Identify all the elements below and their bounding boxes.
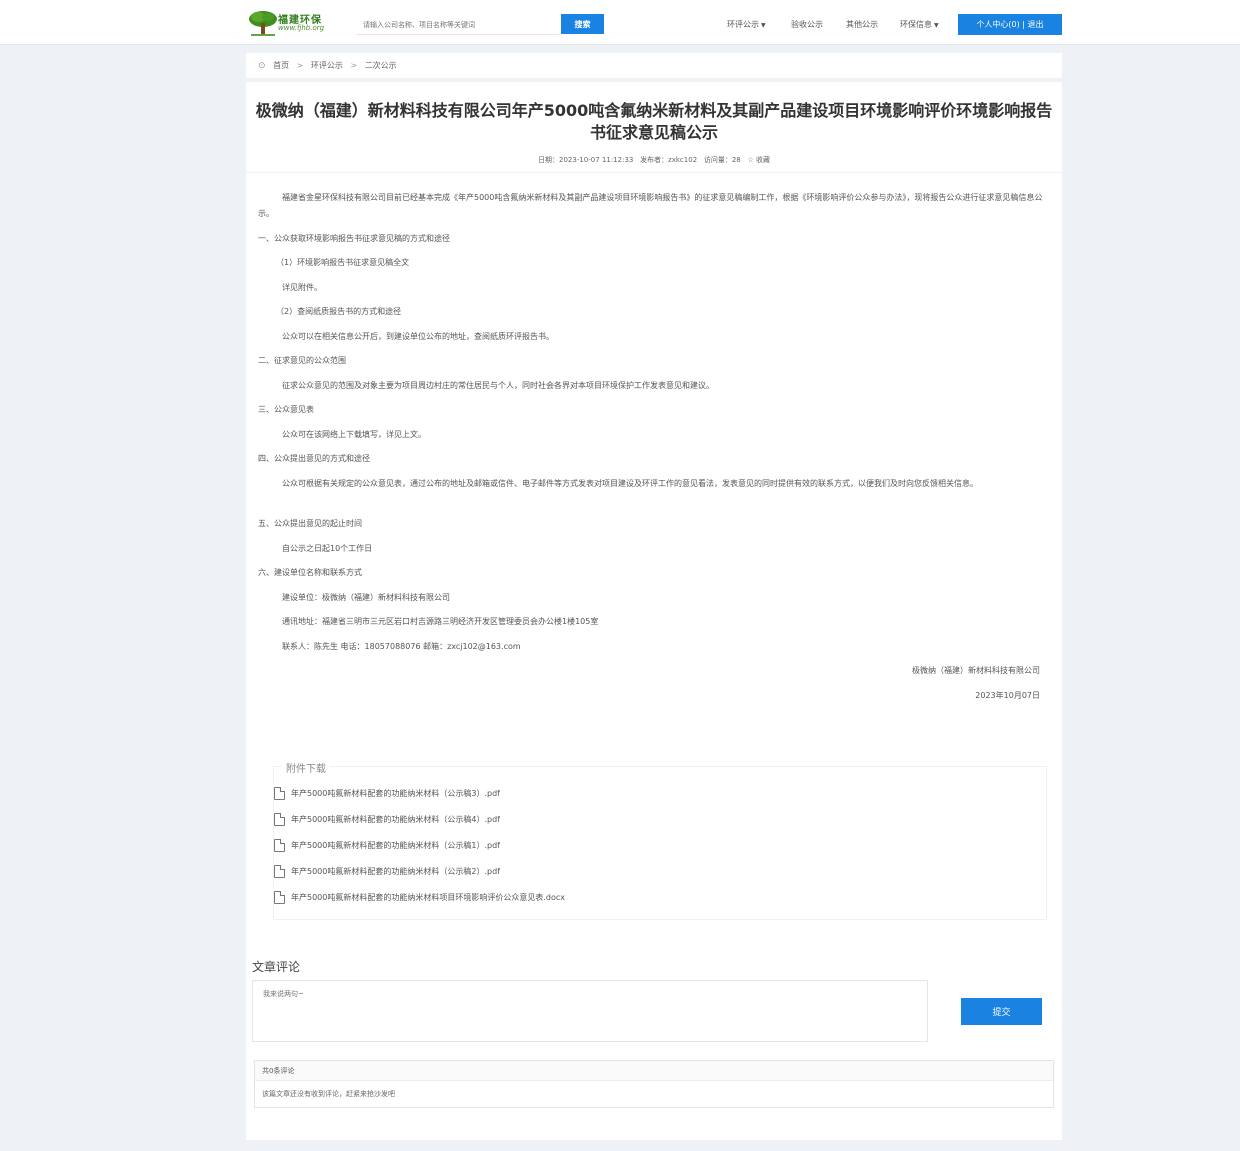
file-icon <box>274 787 285 800</box>
breadcrumb-eia[interactable]: 环评公示 <box>311 61 343 70</box>
section-heading: 二、征求意见的公众范围 <box>258 356 346 365</box>
paragraph: 公众可根据有关规定的公众意见表，通过公布的地址及邮箱或信件、电子邮件等方式发表对… <box>282 478 978 488</box>
breadcrumb-separator: > <box>296 61 304 70</box>
attachments-box: 附件下载 年产5000吨氟新材料配套的功能纳米材料（公示稿3）.pdf 年产50… <box>273 760 1047 920</box>
comment-list: 共0条评论 该篇文章还没有收到评论，赶紧来抢沙发吧 <box>254 1060 1054 1108</box>
section-heading: 六、建设单位名称和联系方式 <box>258 568 362 577</box>
star-icon: ☆ <box>747 156 754 164</box>
paragraph: 自公示之日起10个工作日 <box>282 543 373 553</box>
paragraph: 公众可在该网络上下载填写，详见上文。 <box>282 429 426 439</box>
breadcrumb-current: 二次公示 <box>364 61 397 70</box>
comment-empty-text: 该篇文章还没有收到评论，赶紧来抢沙发吧 <box>262 1090 395 1098</box>
favorite-button[interactable]: ☆ 收藏 <box>747 156 770 164</box>
article-publisher: 发布者：zxkc102 <box>640 156 698 164</box>
user-center-button[interactable]: 个人中心(0) | 退出 <box>958 14 1062 35</box>
article-views: 访问量：28 <box>703 156 741 164</box>
article-panel: 极微纳（福建）新材料科技有限公司年产5000吨含氟纳米新材料及其副产品建设项目环… <box>246 82 1062 1140</box>
section-heading: 三、公众意见表 <box>258 405 314 414</box>
attachment-link[interactable]: 年产5000吨氟新材料配套的功能纳米材料（公示稿1）.pdf <box>274 839 500 852</box>
breadcrumb-separator: > <box>350 61 358 70</box>
paragraph: 建设单位：极微纳（福建）新材料科技有限公司 <box>282 592 450 602</box>
paragraph: 福建省金星环保科技有限公司目前已经基本完成《年产5000吨含氟纳米新材料及其副产… <box>258 193 1043 218</box>
paragraph: 通讯地址：福建省三明市三元区岩口村吉源路三明经济开发区管理委员会办公楼1楼105… <box>282 617 599 626</box>
signature-date: 2023年10月07日 <box>975 690 1040 700</box>
paragraph: 征求公众意见的范围及对象主要为项目周边村庄的常住居民与个人，同时社会各界对本项目… <box>282 380 714 390</box>
file-icon <box>274 813 285 826</box>
search-input[interactable] <box>356 14 560 35</box>
file-icon <box>274 865 285 878</box>
attachments-title: 附件下载 <box>282 760 330 775</box>
section-heading: 一、公众获取环境影响报告书征求意见稿的方式和途径 <box>258 233 450 243</box>
caret-down-icon: ▼ <box>934 22 939 29</box>
breadcrumb-home[interactable]: 首页 <box>273 61 289 70</box>
file-icon <box>274 839 285 852</box>
paragraph: 公众可以在相关信息公开后，到建设单位公布的地址，查阅纸质环评报告书。 <box>282 331 554 341</box>
divider <box>246 172 1062 173</box>
search-button[interactable]: 搜索 <box>561 14 604 34</box>
article-date: 日期：2023-10-07 11:12:33 <box>538 156 634 164</box>
nav-item-acceptance-notice[interactable]: 验收公示 <box>791 19 823 30</box>
caret-down-icon: ▼ <box>761 22 766 29</box>
file-icon <box>274 891 285 904</box>
section-heading: 四、公众提出意见的方式和途径 <box>258 454 370 463</box>
paragraph: 详见附件。 <box>282 282 322 292</box>
attachment-link[interactable]: 年产5000吨氟新材料配套的功能纳米材料（公示稿4）.pdf <box>274 813 500 826</box>
logo-domain: www.fjhb.org <box>278 24 325 32</box>
paragraph: 联系人：陈先生 电话：18057088076 邮箱：zxcj102@163.co… <box>282 641 521 651</box>
section-heading: 五、公众提出意见的起止时间 <box>258 519 362 528</box>
article-title: 极微纳（福建）新材料科技有限公司年产5000吨含氟纳米新材料及其副产品建设项目环… <box>255 101 1053 142</box>
attachment-link[interactable]: 年产5000吨氟新材料配套的功能纳米材料（公示稿2）.pdf <box>274 865 500 878</box>
article-body: 福建省金星环保科技有限公司目前已经基本完成《年产5000吨含氟纳米新材料及其副产… <box>258 190 1050 712</box>
site-logo[interactable]: 福建环保 www.fjhb.org <box>248 9 344 37</box>
article-meta: 日期：2023-10-07 11:12:33 发布者：zxkc102 访问量：2… <box>246 155 1062 165</box>
signature-company: 极微纳（福建）新材料科技有限公司 <box>912 666 1040 675</box>
paragraph: （2）查阅纸质报告书的方式和途径 <box>276 307 402 316</box>
comment-heading: 文章评论 <box>252 960 301 974</box>
attachment-link[interactable]: 年产5000吨氟新材料配套的功能纳米材料（公示稿3）.pdf <box>274 787 500 800</box>
comment-count: 共0条评论 <box>255 1061 1053 1081</box>
breadcrumb: ⊙ 首页 > 环评公示 > 二次公示 <box>246 53 1062 78</box>
nav-item-eia-notice[interactable]: 环评公示 ▼ <box>727 19 766 30</box>
attachment-link[interactable]: 年产5000吨氟新材料配套的功能纳米材料项目环境影响评价公众意见表.docx <box>274 891 565 904</box>
comment-input[interactable] <box>252 980 928 1042</box>
top-header: 福建环保 www.fjhb.org 搜索 环评公示▼ 验收公示 其他公示 环保信… <box>0 0 1240 45</box>
location-pin-icon: ⊙ <box>258 61 266 71</box>
nav-item-other-notice[interactable]: 其他公示 <box>846 19 878 30</box>
submit-comment-button[interactable]: 提交 <box>961 998 1042 1025</box>
paragraph: （1）环境影响报告书征求意见稿全文 <box>276 258 410 267</box>
nav-item-env-info[interactable]: 环保信息 ▼ <box>900 19 939 30</box>
tree-icon <box>249 11 277 36</box>
